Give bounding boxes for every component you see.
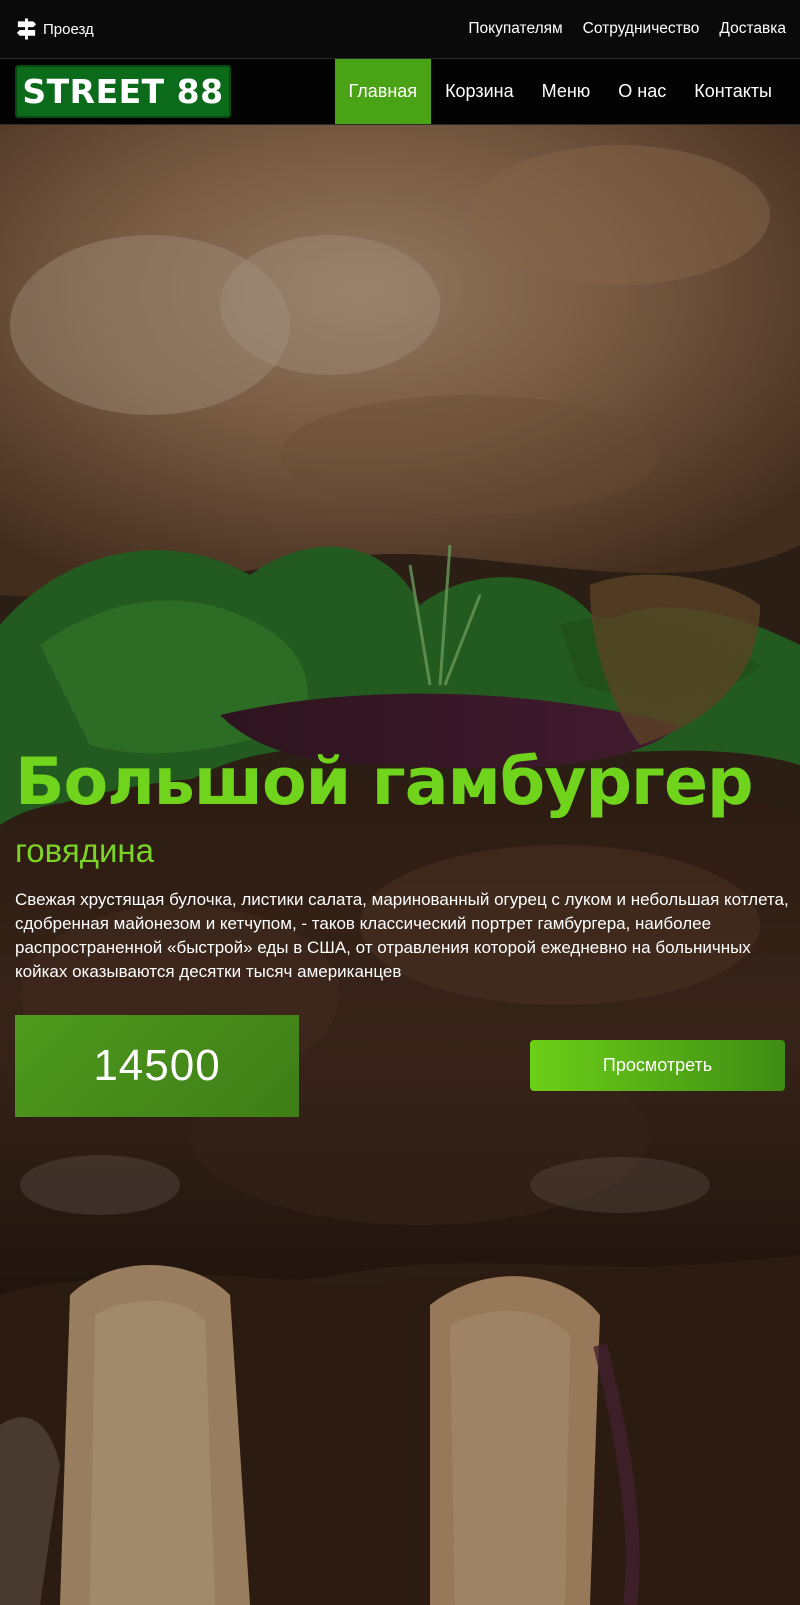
hero-section: Большой гамбургер говядина Свежая хрустя… [0,125,800,1605]
nav-item-cart[interactable]: Корзина [431,59,528,124]
price-box: 14500 [15,1015,299,1117]
route-label: Проезд [43,20,94,38]
main-navbar: STREET 88 Главная Корзина Меню О нас Кон… [0,59,800,125]
hero-subtitle: говядина [15,832,154,869]
top-link-delivery[interactable]: Доставка [719,20,786,38]
top-utility-bar: Проезд Покупателям Сотрудничество Достав… [0,0,800,59]
signpost-icon [16,18,37,40]
main-menu: Главная Корзина Меню О нас Контакты [334,59,786,124]
top-link-partnership[interactable]: Сотрудничество [583,20,700,38]
nav-item-contacts[interactable]: Контакты [680,59,786,124]
hero-title: Большой гамбургер [15,745,754,820]
nav-item-home[interactable]: Главная [334,59,432,124]
route-link[interactable]: Проезд [15,17,94,41]
logo[interactable]: STREET 88 [15,65,231,118]
nav-item-about[interactable]: О нас [604,59,680,124]
top-links: Покупателям Сотрудничество Доставка [468,20,786,38]
top-link-buyers[interactable]: Покупателям [468,20,562,38]
nav-item-menu[interactable]: Меню [528,59,605,124]
hero-description: Свежая хрустящая булочка, листики салата… [15,890,789,981]
view-button[interactable]: Просмотреть [530,1040,785,1091]
